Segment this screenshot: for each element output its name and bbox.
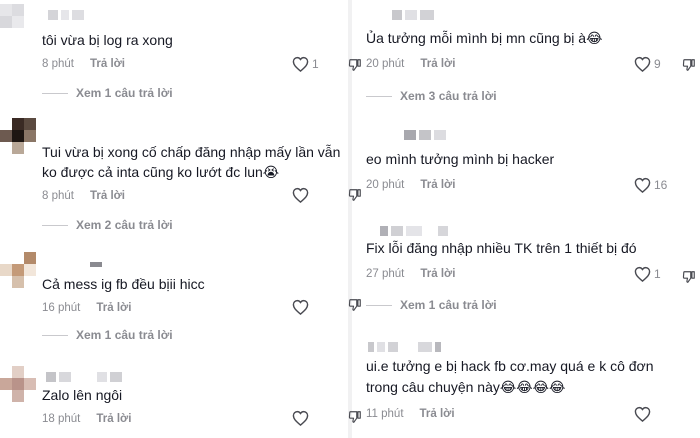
reply-button[interactable]: Trả lời [96,413,131,425]
view-replies-button[interactable]: Xem 1 câu trả lời [42,86,173,100]
comment-text-line1: ui.e tưởng e bị hack fb cơ.may quá e k c… [366,358,654,374]
avatar[interactable] [0,118,36,154]
comment-text-line2-content: ko được cả inta cũng ko lướt đc lun [42,164,263,180]
heart-outline-icon [292,56,309,72]
thumbs-down-icon [348,299,361,311]
avatar[interactable] [0,366,36,402]
comment-meta: 18 phút Trả lời [42,413,131,425]
username[interactable] [90,262,102,272]
comment-text: eo mình tưởng mình bị hacker [366,151,555,167]
comment-text-line2-content: trong câu chuyện này [366,379,500,395]
thumbs-down-icon [348,59,361,71]
like-count: 9 [654,57,661,71]
comment-text: Ủa tưởng mỗi mình bị mn cũng bị à😂 [366,28,602,49]
like-button[interactable] [292,410,309,426]
loudly-crying-emoji: 😭 [262,164,280,180]
username[interactable] [46,372,122,382]
comment-text: tôi vừa bị log ra xong [42,32,173,48]
like-button[interactable] [634,406,651,422]
username[interactable] [368,342,441,352]
like-button[interactable]: 1 [634,266,661,282]
comment-text: Zalo lên ngôi [42,387,123,403]
like-button[interactable]: 16 [634,177,667,193]
comment-text: Cả mess ig fb đều bịii hicc [42,276,205,292]
reply-button[interactable]: Trả lời [420,268,455,280]
comment-meta: 16 phút Trả lời [42,302,131,314]
thumbs-down-icon [348,189,361,201]
view-replies-button[interactable]: Xem 2 câu trả lời [42,218,173,232]
comment-meta: 20 phút Trả lời [366,58,455,70]
dislike-button[interactable] [348,298,362,317]
comment-text-line2: trong câu chuyện này😂😂😂😂 [366,377,565,398]
dislike-button[interactable] [348,410,362,429]
heart-outline-icon [634,177,651,193]
reply-button[interactable]: Trả lời [420,408,455,420]
like-button[interactable] [292,187,309,203]
face-tears-of-joy-emoji: 😂 [586,30,603,46]
heart-outline-icon [292,187,309,203]
dislike-button[interactable] [682,58,696,77]
comment-meta: 11 phút Trả lời [366,408,455,420]
reply-button[interactable]: Trả lời [90,58,125,70]
view-replies-label: Xem 1 câu trả lời [76,86,173,100]
face-tears-of-joy-emoji: 😂😂😂😂 [499,379,566,395]
comment-column-left: tôi vừa bị log ra xong 8 phút Trả lời 1 … [0,0,348,438]
view-replies-button[interactable]: Xem 3 câu trả lời [366,89,497,103]
thumbs-down-icon [682,271,695,283]
view-replies-label: Xem 2 câu trả lời [76,218,173,232]
like-count: 16 [654,178,668,192]
like-button[interactable] [292,299,309,315]
comment-time: 8 phút [42,190,74,202]
view-replies-button[interactable]: Xem 1 câu trả lời [42,328,173,342]
comment-time: 11 phút [366,408,404,420]
dislike-button[interactable] [348,188,362,207]
username[interactable] [48,10,84,20]
view-replies-button[interactable]: Xem 1 câu trả lời [366,298,497,312]
heart-outline-icon [292,410,309,426]
comment-meta: 20 phút Trả lời [366,179,455,191]
comment-time: 20 phút [366,179,405,191]
username[interactable] [392,10,434,20]
dislike-button[interactable] [682,270,696,289]
comment-time: 27 phút [366,268,405,280]
comment-time: 8 phút [42,58,74,70]
like-button[interactable]: 1 [292,56,319,72]
avatar[interactable] [0,4,36,40]
avatar[interactable] [0,252,36,288]
username[interactable] [404,130,446,140]
comment-time: 18 phút [42,413,81,425]
view-replies-label: Xem 1 câu trả lời [76,328,173,342]
thumbs-down-icon [682,59,695,71]
username[interactable] [380,226,448,236]
like-count: 1 [654,267,661,281]
comment-meta: 8 phút Trả lời [42,190,125,202]
reply-button[interactable]: Trả lời [90,190,125,202]
comment-text-content: Ủa tưởng mỗi mình bị mn cũng bị à [366,30,587,46]
comment-time: 16 phút [42,302,81,314]
thumbs-down-icon [348,411,361,423]
comment-text-line1: Tui vừa bị xong cố chấp đăng nhập mấy lầ… [42,144,341,160]
comment-column-right: Ủa tưởng mỗi mình bị mn cũng bị à😂 20 ph… [348,0,700,438]
heart-outline-icon [634,406,651,422]
comment-text-line2: ko được cả inta cũng ko lướt đc lun😭 [42,162,279,183]
dislike-button[interactable] [348,58,362,77]
view-replies-label: Xem 1 câu trả lời [400,298,497,312]
comment-text: Fix lỗi đăng nhập nhiều TK trên 1 thiết … [366,240,637,256]
heart-outline-icon [292,299,309,315]
heart-outline-icon [634,56,651,72]
comment-meta: 27 phút Trả lời [366,268,455,280]
heart-outline-icon [634,266,651,282]
comment-time: 20 phút [366,58,405,70]
comment-meta: 8 phút Trả lời [42,58,125,70]
reply-button[interactable]: Trả lời [420,58,455,70]
view-replies-label: Xem 3 câu trả lời [400,89,497,103]
reply-button[interactable]: Trả lời [96,302,131,314]
reply-button[interactable]: Trả lời [420,179,455,191]
like-button[interactable]: 9 [634,56,661,72]
like-count: 1 [312,57,319,71]
